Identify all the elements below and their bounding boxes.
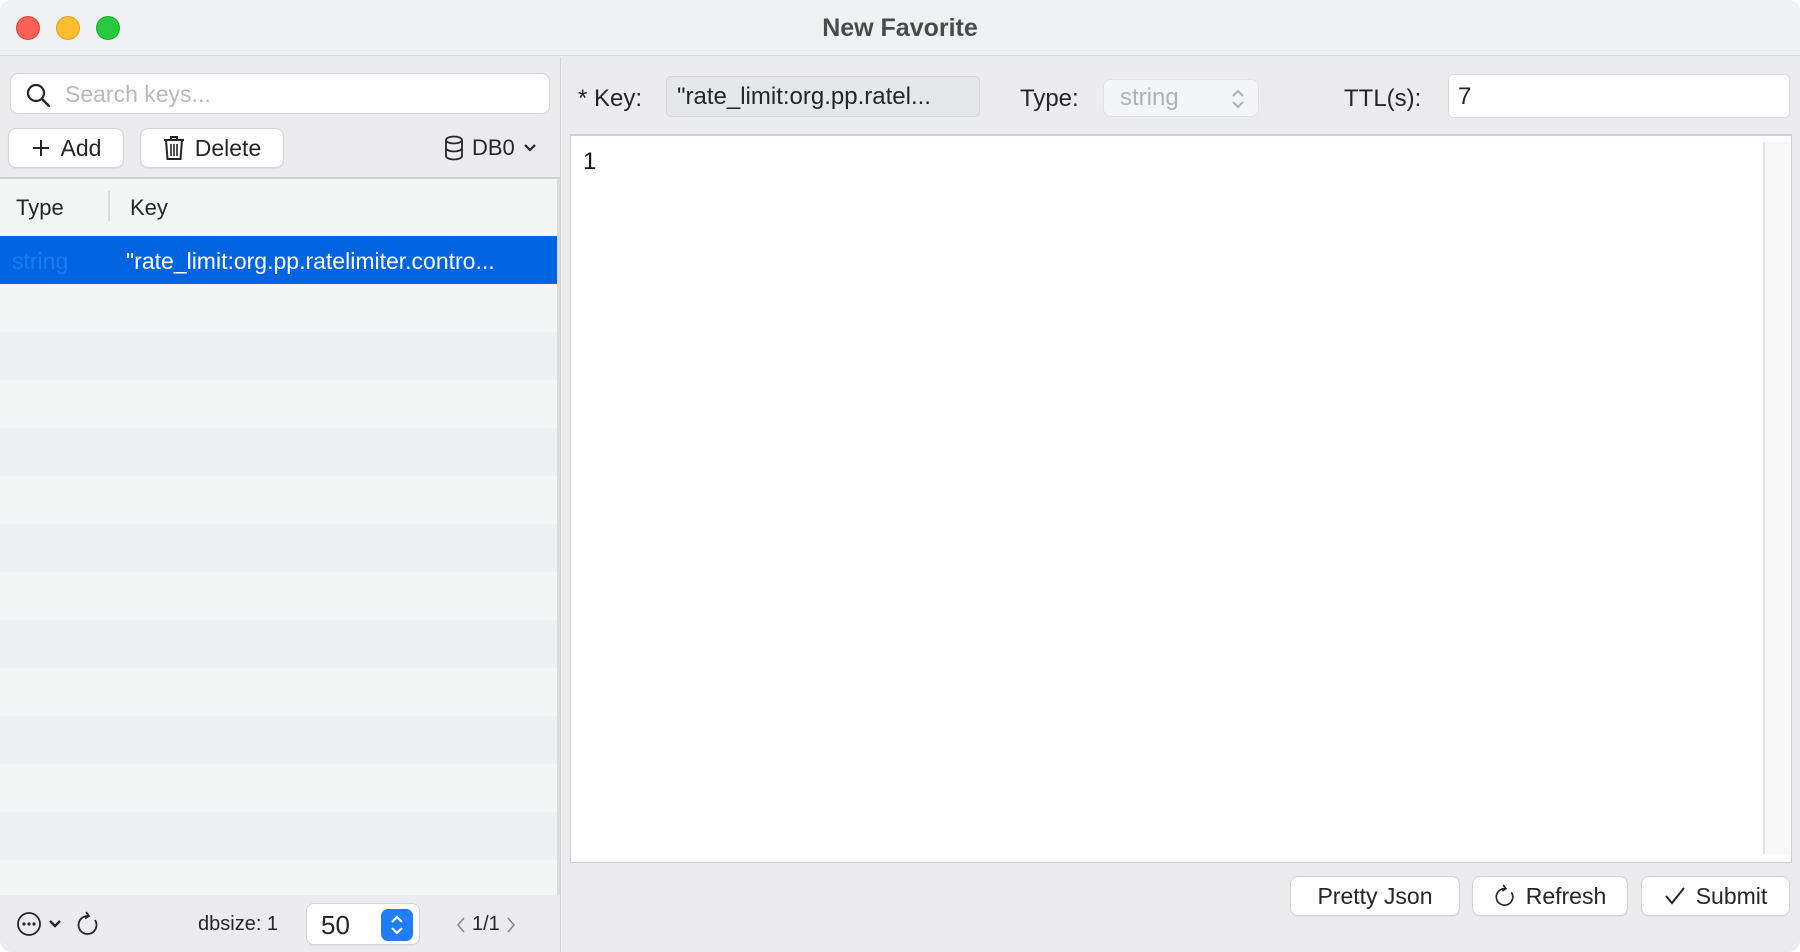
database-icon bbox=[445, 135, 463, 161]
delete-key-button[interactable]: Delete bbox=[140, 128, 284, 168]
editor-scrollbar[interactable] bbox=[1763, 142, 1791, 854]
more-options-button[interactable] bbox=[16, 911, 62, 937]
search-input[interactable] bbox=[65, 78, 535, 110]
empty-row bbox=[0, 284, 558, 332]
up-down-chevron-icon bbox=[1232, 89, 1244, 109]
pagination: 1/1 bbox=[456, 913, 516, 936]
chevron-right-icon[interactable] bbox=[506, 916, 516, 934]
submit-button[interactable]: Submit bbox=[1641, 876, 1790, 916]
empty-row bbox=[0, 668, 558, 716]
checkmark-icon bbox=[1664, 887, 1685, 905]
pretty-json-label: Pretty Json bbox=[1317, 882, 1433, 909]
column-divider[interactable] bbox=[108, 191, 110, 221]
delete-label: Delete bbox=[194, 134, 262, 161]
empty-row bbox=[0, 428, 558, 476]
empty-row bbox=[0, 812, 558, 860]
empty-row bbox=[0, 380, 558, 428]
search-icon bbox=[26, 83, 51, 108]
plus-icon bbox=[32, 140, 49, 156]
title-bar: New Favorite bbox=[0, 0, 1800, 56]
chevron-left-icon[interactable] bbox=[456, 916, 466, 934]
refresh-label: Refresh bbox=[1525, 882, 1607, 909]
empty-row bbox=[0, 476, 558, 524]
empty-row bbox=[0, 572, 558, 620]
refresh-button[interactable]: Refresh bbox=[1472, 876, 1628, 916]
refresh-icon bbox=[1495, 884, 1514, 906]
key-browser-pane: Add Delete DB0 bbox=[0, 57, 561, 952]
key-list: Type Key string "rate_limit:org.pp.ratel… bbox=[0, 177, 560, 895]
add-key-button[interactable]: Add bbox=[8, 128, 124, 168]
ellipsis-circle-icon bbox=[17, 912, 41, 936]
key-field[interactable]: "rate_limit:org.pp.ratel... bbox=[666, 76, 980, 117]
row-type: string bbox=[12, 248, 69, 274]
row-key: "rate_limit:org.pp.ratelimiter.contro... bbox=[126, 248, 495, 274]
add-label: Add bbox=[60, 134, 102, 161]
type-select-value: string bbox=[1120, 84, 1179, 111]
type-label: Type: bbox=[1020, 85, 1079, 112]
chevron-down-icon bbox=[49, 920, 61, 928]
key-list-footer: dbsize: 1 50 1/1 bbox=[0, 895, 560, 952]
list-scrollbar[interactable] bbox=[557, 179, 560, 895]
value-editor-pane: * Key: "rate_limit:org.pp.ratel... Type:… bbox=[562, 57, 1800, 952]
empty-row bbox=[0, 716, 558, 764]
ttl-label: TTL(s): bbox=[1344, 85, 1422, 112]
page-size-stepper[interactable]: 50 bbox=[306, 903, 420, 945]
page-indicator: 1/1 bbox=[472, 913, 500, 935]
ttl-input[interactable]: 7 bbox=[1448, 74, 1790, 118]
up-down-chevron-icon bbox=[391, 915, 403, 935]
chevron-down-icon bbox=[524, 144, 536, 152]
table-row[interactable]: string "rate_limit:org.pp.ratelimiter.co… bbox=[0, 236, 558, 284]
refresh-icon bbox=[77, 911, 98, 935]
database-select[interactable]: DB0 bbox=[444, 132, 537, 164]
key-label: * Key: bbox=[578, 85, 643, 112]
stepper-button[interactable] bbox=[381, 909, 413, 941]
value-content[interactable]: 1 bbox=[583, 148, 596, 176]
type-select[interactable]: string bbox=[1103, 79, 1259, 117]
dbsize-label: dbsize: 1 bbox=[198, 913, 279, 935]
column-header-key[interactable]: Key bbox=[130, 195, 168, 221]
empty-row bbox=[0, 332, 558, 380]
empty-row bbox=[0, 860, 558, 895]
reload-keys-button[interactable] bbox=[76, 911, 100, 942]
database-label: DB0 bbox=[472, 135, 515, 160]
empty-row bbox=[0, 524, 558, 572]
submit-label: Submit bbox=[1695, 882, 1768, 909]
app-window: New Favorite Add bbox=[0, 0, 1800, 952]
empty-row bbox=[0, 620, 558, 668]
value-editor[interactable]: 1 bbox=[570, 134, 1792, 863]
window-title: New Favorite bbox=[822, 14, 978, 42]
trash-icon bbox=[163, 136, 184, 160]
key-rows: string "rate_limit:org.pp.ratelimiter.co… bbox=[0, 236, 558, 895]
pretty-json-button[interactable]: Pretty Json bbox=[1290, 876, 1460, 916]
search-box[interactable] bbox=[10, 73, 550, 114]
page-size-value[interactable]: 50 bbox=[321, 910, 350, 941]
empty-row bbox=[0, 764, 558, 812]
column-header-type[interactable]: Type bbox=[16, 195, 64, 221]
list-header: Type Key bbox=[0, 179, 560, 235]
